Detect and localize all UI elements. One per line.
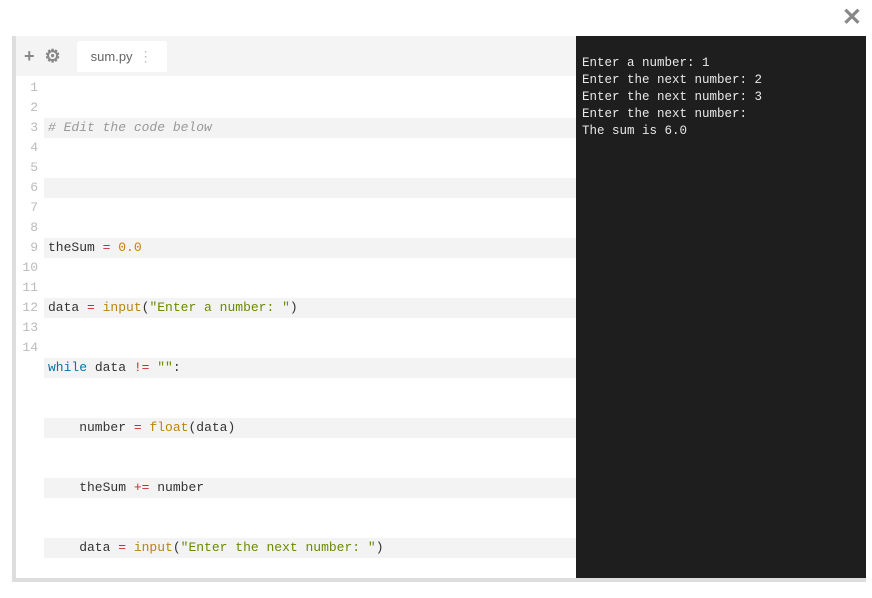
output-pane[interactable]: Enter a number: 1 Enter the next number:… [576,36,866,578]
code-line[interactable]: theSum = 0.0 [44,238,576,258]
line-number: 12 [16,298,38,318]
code-token: = [118,540,134,555]
code-line[interactable]: while data != "": [44,358,576,378]
output-line: Enter the next number: [582,107,747,121]
output-line: The sum is 6.0 [582,124,687,138]
toolbar: + ⚙ sum.py ⋮ [16,36,576,76]
line-number: 14 [16,338,38,358]
line-number: 4 [16,138,38,158]
code-token: theSum [48,480,134,495]
code-token: data [48,540,118,555]
code-token: ) [227,420,235,435]
code-token: "Enter a number: " [149,300,289,315]
code-comment: # Edit the code below [48,120,212,135]
line-number: 10 [16,258,38,278]
code-token: number [48,420,134,435]
tab-menu-icon[interactable]: ⋮ [139,49,153,63]
output-line: Enter the next number: 2 [582,73,762,87]
code-token: = [87,300,103,315]
code-token: = [134,420,150,435]
code-token: "" [149,360,172,375]
code-line[interactable]: number = float(data) [44,418,576,438]
code-token: input [103,300,142,315]
code-editor[interactable]: 1 2 3 4 5 6 7 8 9 10 11 12 13 14 # Edit … [16,76,576,578]
close-icon[interactable]: ✕ [842,6,862,30]
code-token: float [149,420,188,435]
workspace: + ⚙ sum.py ⋮ 1 2 3 4 5 6 7 8 9 10 11 12 … [12,36,866,582]
code-token: != [134,360,150,375]
code-token: : [173,360,181,375]
line-number: 11 [16,278,38,298]
code-token: number [149,480,204,495]
gear-icon[interactable]: ⚙ [45,46,61,67]
line-number: 1 [16,78,38,98]
line-gutter: 1 2 3 4 5 6 7 8 9 10 11 12 13 14 [16,76,44,578]
code-token: = [103,240,119,255]
tab-sum-py[interactable]: sum.py ⋮ [77,41,167,72]
code-token: theSum [48,240,103,255]
code-line[interactable]: theSum += number [44,478,576,498]
output-line: Enter the next number: 3 [582,90,762,104]
code-token: data [87,360,134,375]
line-number: 3 [16,118,38,138]
code-line[interactable]: # Edit the code below [44,118,576,138]
code-token: ) [376,540,384,555]
code-token: "Enter the next number: " [181,540,376,555]
code-token: data [48,300,87,315]
code-token: data [196,420,227,435]
code-line[interactable]: data = input("Enter the next number: ") [44,538,576,558]
code-token: 0.0 [118,240,141,255]
code-token: input [134,540,173,555]
tab-filename: sum.py [91,49,133,64]
code-line[interactable]: data = input("Enter a number: ") [44,298,576,318]
line-number: 6 [16,178,38,198]
code-token: ) [290,300,298,315]
code-token: ( [173,540,181,555]
line-number: 13 [16,318,38,338]
output-line: Enter a number: 1 [582,56,710,70]
editor-pane: + ⚙ sum.py ⋮ 1 2 3 4 5 6 7 8 9 10 11 12 … [16,36,576,578]
line-number: 5 [16,158,38,178]
line-number: 8 [16,218,38,238]
code-token: += [134,480,150,495]
code-token: while [48,360,87,375]
line-number: 7 [16,198,38,218]
add-icon[interactable]: + [24,46,35,67]
line-number: 9 [16,238,38,258]
code-lines[interactable]: # Edit the code below theSum = 0.0 data … [44,76,576,578]
line-number: 2 [16,98,38,118]
code-line[interactable] [44,178,576,198]
